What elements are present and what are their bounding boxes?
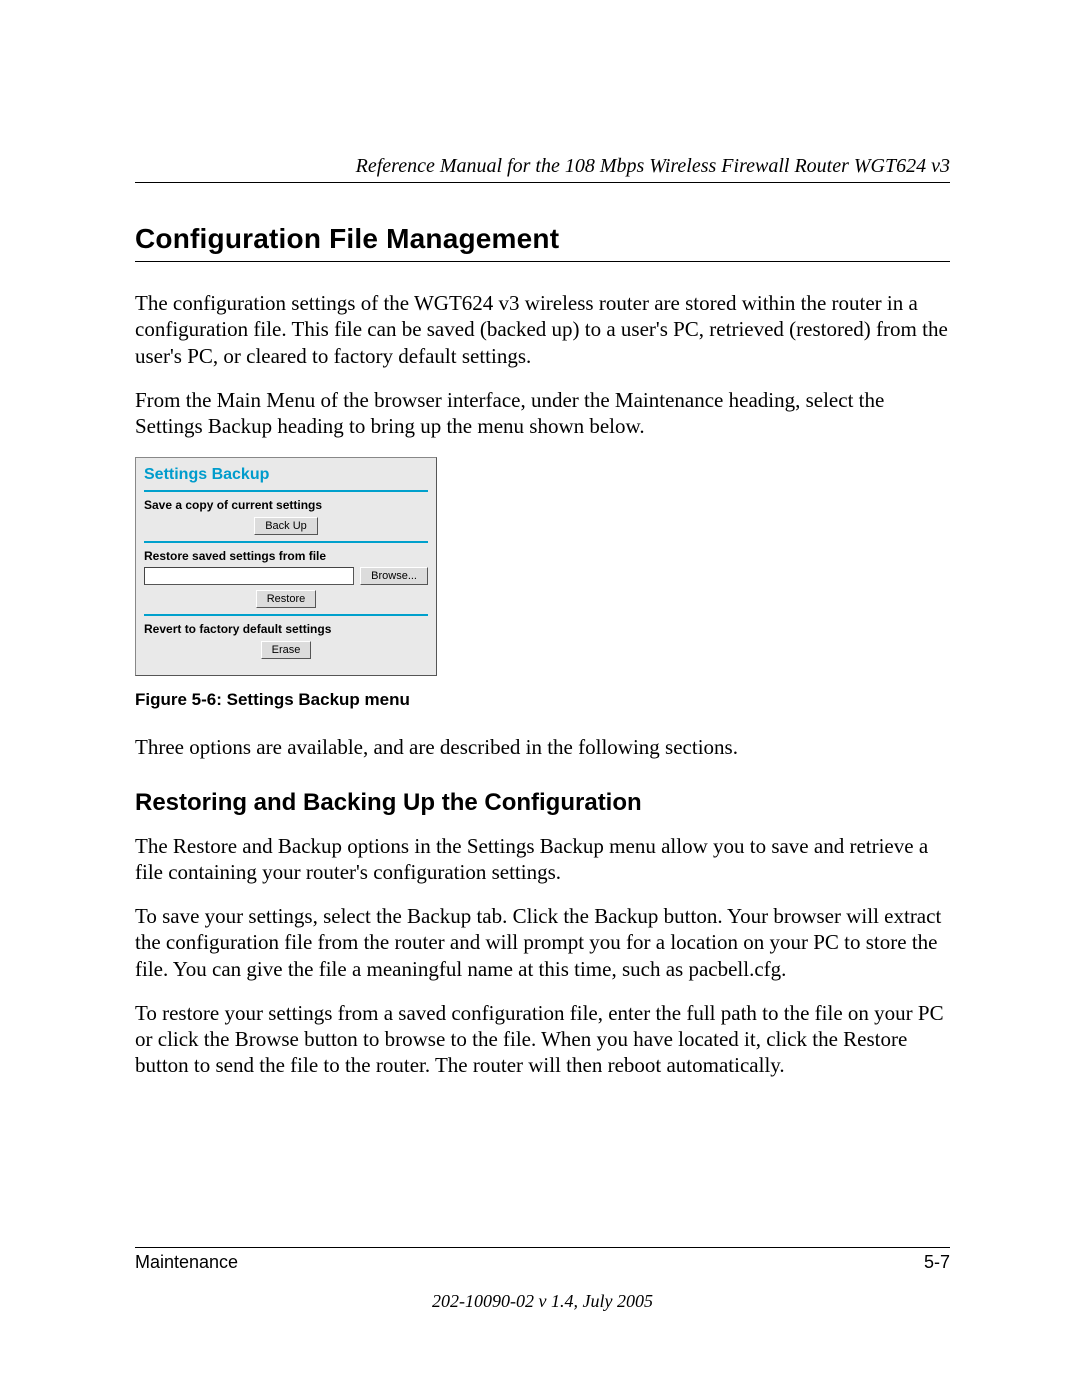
page-footer: Maintenance 5-7 202-10090-02 v 1.4, July…	[135, 1247, 950, 1312]
subsection-heading: Restoring and Backing Up the Configurati…	[135, 789, 950, 817]
restore-file-input[interactable]	[144, 567, 354, 585]
restore-button[interactable]: Restore	[256, 590, 317, 608]
body-paragraph: To restore your settings from a saved co…	[135, 1000, 950, 1079]
revert-settings-label: Revert to factory default settings	[144, 622, 428, 636]
body-paragraph: The Restore and Backup options in the Se…	[135, 833, 950, 886]
panel-divider	[144, 490, 428, 492]
save-settings-label: Save a copy of current settings	[144, 498, 428, 512]
document-page: Reference Manual for the 108 Mbps Wirele…	[0, 0, 1080, 1397]
header-rule	[135, 182, 950, 183]
figure-caption: Figure 5-6: Settings Backup menu	[135, 690, 950, 710]
body-paragraph: Three options are available, and are des…	[135, 734, 950, 760]
panel-divider	[144, 541, 428, 543]
figure-settings-backup: Settings Backup Save a copy of current s…	[135, 457, 950, 676]
footer-doc-id: 202-10090-02 v 1.4, July 2005	[135, 1291, 950, 1312]
panel-divider	[144, 614, 428, 616]
settings-backup-panel: Settings Backup Save a copy of current s…	[135, 457, 437, 676]
footer-page-number: 5-7	[924, 1252, 950, 1273]
erase-button[interactable]: Erase	[261, 641, 312, 659]
body-paragraph: To save your settings, select the Backup…	[135, 903, 950, 982]
section-heading-rule	[135, 261, 950, 262]
body-paragraph: The configuration settings of the WGT624…	[135, 290, 950, 369]
browse-button[interactable]: Browse...	[360, 567, 428, 585]
restore-settings-label: Restore saved settings from file	[144, 549, 428, 563]
panel-title: Settings Backup	[144, 462, 428, 490]
footer-section-name: Maintenance	[135, 1252, 238, 1273]
backup-button[interactable]: Back Up	[254, 517, 318, 535]
body-paragraph: From the Main Menu of the browser interf…	[135, 387, 950, 440]
section-heading: Configuration File Management	[135, 223, 950, 255]
running-header: Reference Manual for the 108 Mbps Wirele…	[135, 155, 950, 182]
